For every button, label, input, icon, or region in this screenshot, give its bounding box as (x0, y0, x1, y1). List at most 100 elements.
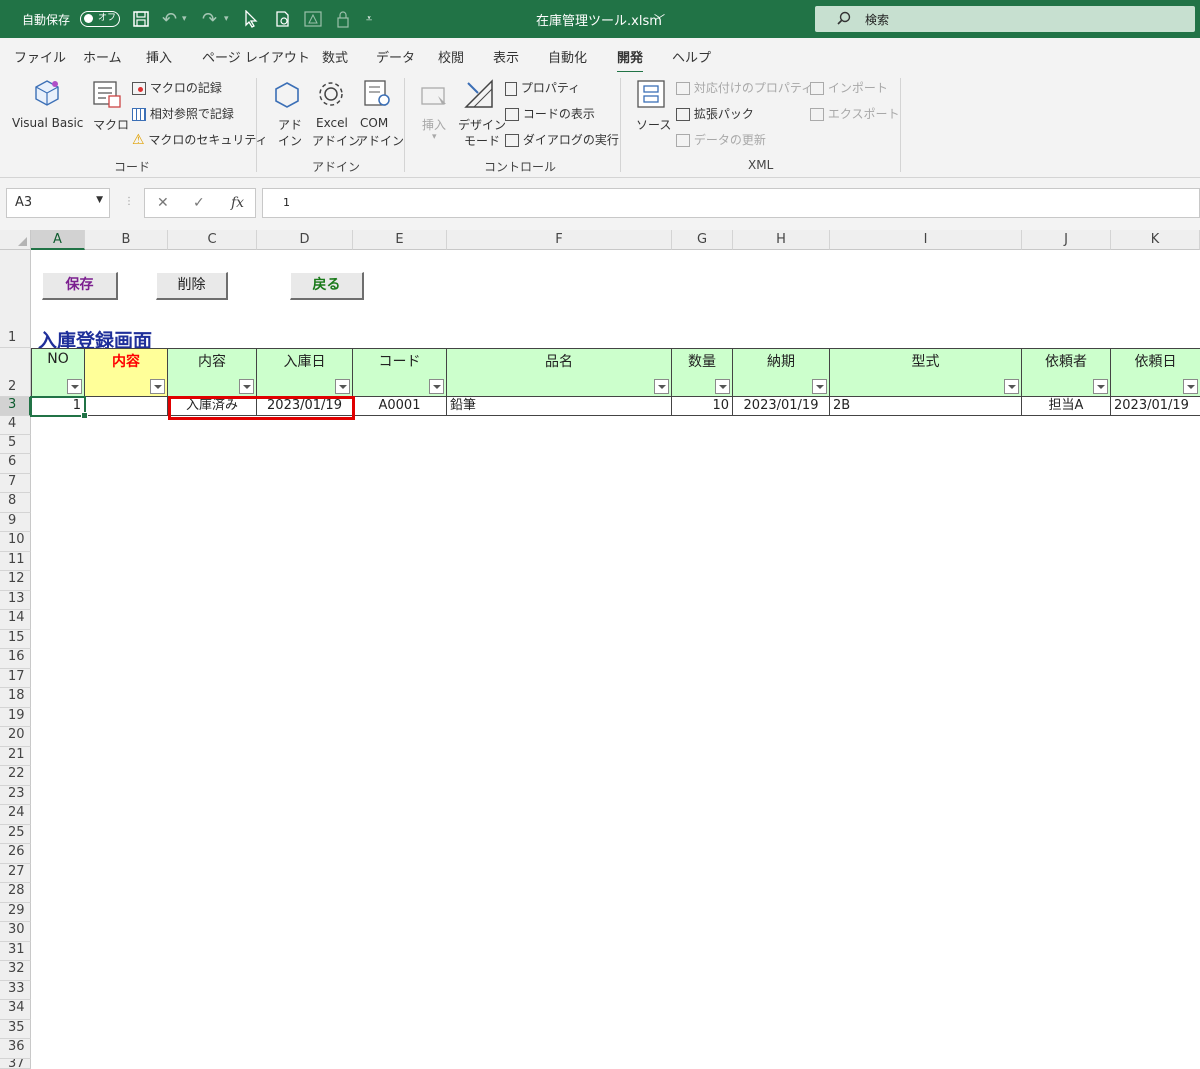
filter-dropdown-icon[interactable] (715, 379, 730, 394)
column-header-h[interactable]: H (733, 230, 830, 250)
filter-dropdown-icon[interactable] (239, 379, 254, 394)
row-header-10[interactable]: 10 (0, 532, 31, 552)
row-header-32[interactable]: 32 (0, 961, 31, 981)
filename-chevron-icon[interactable]: ﹀ (654, 0, 665, 38)
name-box-dropdown-icon[interactable]: ▼ (96, 195, 103, 205)
macro-security-button[interactable]: ⚠ マクロのセキュリティ (132, 131, 268, 148)
column-header-a[interactable]: A (31, 230, 85, 250)
tab-file[interactable]: ファイル (14, 47, 66, 66)
undo-icon[interactable]: ↶ (162, 0, 177, 38)
pointer-icon[interactable] (244, 0, 258, 38)
row-header-26[interactable]: 26 (0, 844, 31, 864)
print-preview-icon[interactable] (274, 0, 292, 38)
row-header-24[interactable]: 24 (0, 805, 31, 825)
relative-reference-button[interactable]: 相対参照で記録 (132, 105, 234, 122)
row-header-17[interactable]: 17 (0, 669, 31, 688)
filter-dropdown-icon[interactable] (1183, 379, 1198, 394)
excel-addins-label-2[interactable]: アドイン (312, 132, 360, 149)
back-button[interactable]: 戻る (290, 272, 364, 300)
map-properties-button[interactable]: 対応付けのプロパティ (676, 79, 813, 96)
visual-basic-button[interactable]: Visual Basic (12, 116, 83, 130)
row-header-27[interactable]: 27 (0, 864, 31, 883)
tab-formulas[interactable]: 数式 (322, 47, 348, 66)
table-cell[interactable]: 2023/01/19 (1111, 397, 1200, 416)
row-header-37[interactable]: 37 (0, 1059, 31, 1069)
column-header-e[interactable]: E (353, 230, 447, 250)
row-header-25[interactable]: 25 (0, 825, 31, 844)
tab-insert[interactable]: 挿入 (146, 47, 172, 66)
import-button[interactable]: インポート (810, 79, 888, 96)
row-header-15[interactable]: 15 (0, 630, 31, 649)
insert-control-button[interactable]: 挿入 (422, 116, 446, 133)
addins-label-2[interactable]: イン (278, 132, 302, 149)
row-header-18[interactable]: 18 (0, 688, 31, 708)
filter-dropdown-icon[interactable] (335, 379, 350, 394)
shape-icon[interactable] (304, 0, 322, 38)
com-addins-label-1[interactable]: COM (360, 116, 388, 130)
column-header-d[interactable]: D (257, 230, 353, 250)
table-cell[interactable] (85, 397, 168, 416)
file-name[interactable]: 在庫管理ツール.xlsm (536, 0, 662, 38)
tab-automate[interactable]: 自動化 (548, 47, 587, 66)
macro-button[interactable]: マクロ (93, 116, 129, 133)
row-header-13[interactable]: 13 (0, 591, 31, 610)
filter-dropdown-icon[interactable] (1004, 379, 1019, 394)
column-header-i[interactable]: I (830, 230, 1022, 250)
column-header-k[interactable]: K (1111, 230, 1200, 250)
row-header-11[interactable]: 11 (0, 552, 31, 571)
design-mode-label-2[interactable]: モード (464, 132, 500, 149)
row-header-5[interactable]: 5 (0, 435, 31, 454)
row-header-29[interactable]: 29 (0, 903, 31, 922)
table-cell[interactable]: 2B (830, 397, 1022, 416)
table-cell[interactable]: 担当A (1022, 397, 1111, 416)
insert-control-dropdown-icon[interactable]: ▾ (432, 132, 437, 142)
redo-dropdown-icon[interactable]: ▾ (224, 0, 229, 38)
row-header-9[interactable]: 9 (0, 513, 31, 532)
column-header-b[interactable]: B (85, 230, 168, 250)
run-dialog-button[interactable]: ダイアログの実行 (505, 131, 619, 148)
tab-review[interactable]: 校閲 (438, 47, 464, 66)
cancel-icon[interactable]: ✕ (157, 195, 169, 211)
filter-dropdown-icon[interactable] (812, 379, 827, 394)
customize-qat-icon[interactable]: ⩡ (366, 0, 372, 38)
row-header-33[interactable]: 33 (0, 981, 31, 1000)
excel-addins-label-1[interactable]: Excel (316, 116, 348, 130)
row-header-1[interactable]: 1 (0, 250, 31, 348)
search-box[interactable]: 検索 (815, 6, 1195, 32)
insert-function-icon[interactable]: fx (231, 195, 244, 211)
row-header-12[interactable]: 12 (0, 571, 31, 591)
row-header-35[interactable]: 35 (0, 1020, 31, 1039)
column-header-j[interactable]: J (1022, 230, 1111, 250)
record-macro-button[interactable]: マクロの記録 (132, 79, 222, 96)
row-header-30[interactable]: 30 (0, 922, 31, 942)
redo-icon[interactable]: ↷ (202, 0, 217, 38)
row-header-28[interactable]: 28 (0, 883, 31, 903)
tab-view[interactable]: 表示 (493, 47, 519, 66)
tab-data[interactable]: データ (376, 47, 415, 66)
row-header-36[interactable]: 36 (0, 1039, 31, 1059)
lock-icon[interactable] (336, 0, 350, 38)
row-header-34[interactable]: 34 (0, 1000, 31, 1020)
table-cell[interactable]: 2023/01/19 (733, 397, 830, 416)
table-cell[interactable]: 10 (672, 397, 733, 416)
row-header-6[interactable]: 6 (0, 454, 31, 474)
view-code-button[interactable]: コードの表示 (505, 105, 595, 122)
addins-label-1[interactable]: アド (278, 116, 302, 133)
design-mode-label-1[interactable]: デザイン (458, 116, 506, 133)
autosave-toggle[interactable]: オフ (80, 11, 120, 27)
column-header-f[interactable]: F (447, 230, 672, 250)
table-cell[interactable]: A0001 (353, 397, 447, 416)
row-header-3[interactable]: 3 (0, 397, 31, 416)
drag-handle-icon[interactable]: ⋮ (124, 196, 134, 207)
properties-button[interactable]: プロパティ (505, 79, 580, 96)
row-header-23[interactable]: 23 (0, 786, 31, 805)
filter-dropdown-icon[interactable] (429, 379, 444, 394)
delete-button[interactable]: 削除 (156, 272, 228, 300)
undo-dropdown-icon[interactable]: ▾ (182, 0, 187, 38)
refresh-data-button[interactable]: データの更新 (676, 131, 766, 148)
filter-dropdown-icon[interactable] (1093, 379, 1108, 394)
filter-dropdown-icon[interactable] (654, 379, 669, 394)
tab-developer[interactable]: 開発 (617, 47, 644, 74)
row-header-16[interactable]: 16 (0, 649, 31, 669)
tab-help[interactable]: ヘルプ (672, 47, 711, 66)
